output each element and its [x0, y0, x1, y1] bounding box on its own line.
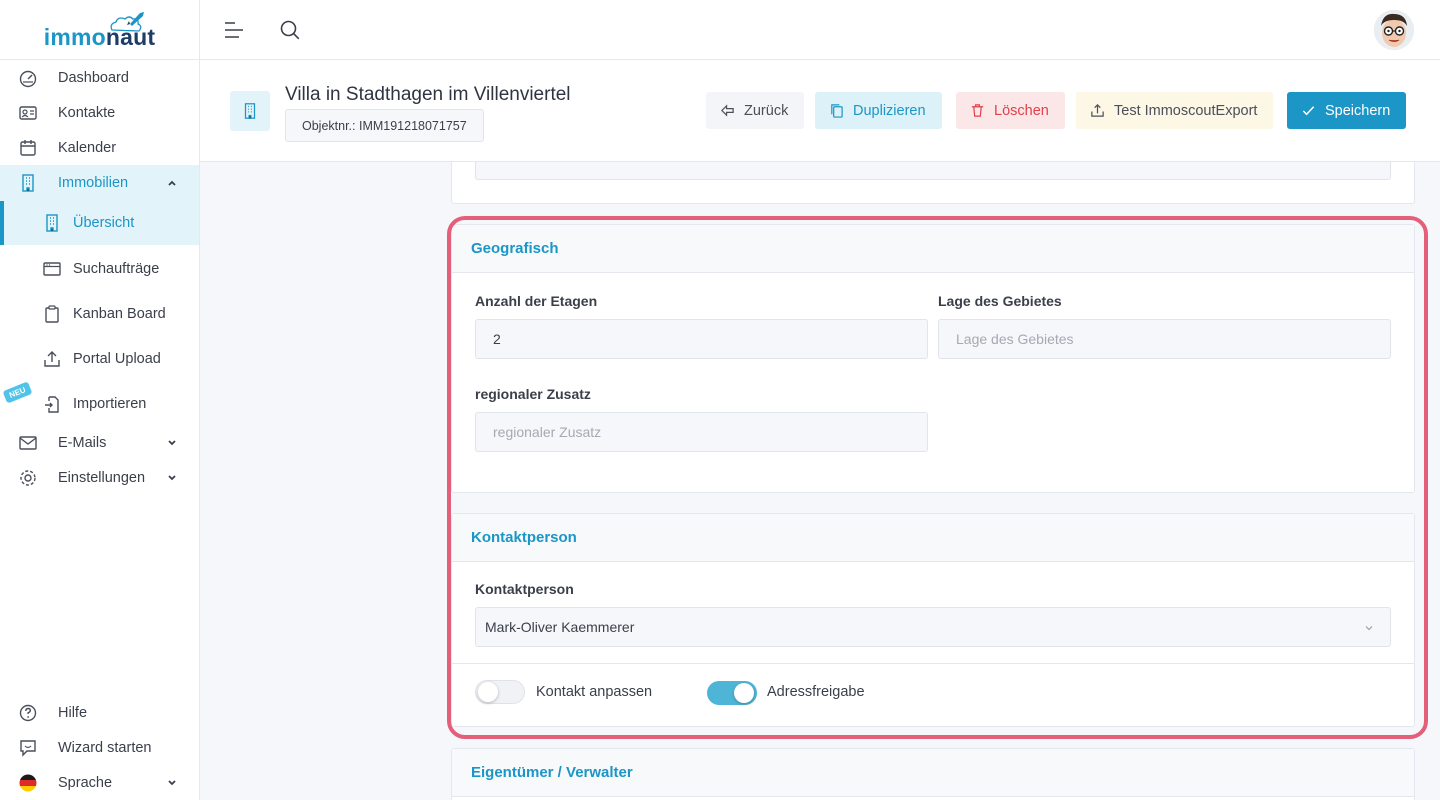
check-icon — [1302, 106, 1315, 116]
sidebar-item-kanban-board[interactable]: Kanban Board — [0, 296, 199, 331]
sidebar-item-sprache[interactable]: Sprache — [0, 765, 199, 800]
floors-input[interactable]: 2 — [475, 319, 928, 359]
sidebar-item-importieren[interactable]: NEU Importieren — [0, 381, 199, 421]
floors-label: Anzahl der Etagen — [475, 293, 598, 309]
sidebar-item-suchauftraege[interactable]: Suchaufträge — [0, 251, 199, 286]
chevron-down-icon — [168, 439, 176, 445]
dashboard-icon — [19, 70, 37, 87]
sidebar-item-label: Übersicht — [73, 215, 135, 231]
contacts-icon — [19, 105, 37, 120]
regional-input[interactable]: regionaler Zusatz — [475, 412, 928, 452]
contact-select-value: Mark-Oliver Kaemmerer — [485, 619, 635, 635]
sidebar-item-label: Kanban Board — [73, 305, 166, 322]
new-badge: NEU — [2, 381, 33, 404]
rocket-cloud-icon — [110, 12, 144, 32]
sidebar-item-uebersicht[interactable]: Übersicht — [0, 201, 199, 245]
address-release-toggle[interactable] — [707, 681, 757, 705]
sidebar-item-label: Wizard starten — [58, 739, 152, 756]
sidebar-item-label: Dashboard — [58, 69, 129, 86]
calendar-icon — [20, 139, 36, 156]
mail-icon — [19, 435, 37, 450]
owner-card-title: Eigentümer / Verwalter — [452, 749, 1414, 797]
area-input[interactable]: Lage des Gebietes — [938, 319, 1391, 359]
area-label: Lage des Gebietes — [938, 293, 1062, 309]
building-icon — [46, 214, 58, 232]
chevron-down-icon — [1365, 626, 1373, 631]
clipboard-icon — [45, 304, 59, 323]
browser-icon — [43, 261, 61, 276]
sidebar-item-wizard[interactable]: Wizard starten — [0, 730, 199, 765]
import-icon — [45, 395, 59, 413]
sidebar-item-einstellungen[interactable]: Einstellungen — [0, 460, 199, 495]
contact-card-title: Kontaktperson — [452, 514, 1414, 562]
sidebar-item-label: E-Mails — [58, 434, 107, 451]
object-number: Objektnr.: IMM191218071757 — [285, 109, 484, 142]
avatar-face-icon — [1374, 10, 1414, 50]
logo[interactable]: immonaut — [0, 0, 199, 60]
help-icon — [19, 704, 37, 721]
top-bar — [200, 0, 1440, 60]
regional-label: regionaler Zusatz — [475, 386, 591, 402]
chevron-down-icon — [168, 474, 176, 480]
building-icon — [244, 103, 256, 119]
upload-icon — [44, 350, 60, 367]
area-input-placeholder: Lage des Gebietes — [956, 331, 1074, 347]
german-flag-icon — [19, 774, 37, 791]
contact-label: Kontaktperson — [475, 581, 574, 597]
avatar[interactable] — [1374, 10, 1414, 50]
contact-adjust-toggle[interactable] — [475, 680, 525, 704]
sidebar-item-label: Immobilien — [58, 175, 129, 191]
sidebar-item-kontakte[interactable]: Kontakte — [0, 95, 199, 130]
divider — [452, 663, 1414, 664]
save-button-label: Speichern — [1325, 102, 1391, 119]
sidebar-item-portal-upload[interactable]: Portal Upload — [0, 341, 199, 376]
sidebar-item-label: Portal Upload — [73, 350, 161, 367]
duplicate-button[interactable]: Duplizieren — [815, 92, 942, 129]
save-button[interactable]: Speichern — [1287, 92, 1407, 129]
sidebar-item-label: Importieren — [73, 395, 147, 412]
sidebar-item-label: Sprache — [58, 774, 113, 791]
duplicate-button-label: Duplizieren — [853, 102, 926, 119]
gear-icon — [20, 469, 36, 486]
sidebar-item-kalender[interactable]: Kalender — [0, 130, 199, 165]
sidebar-item-dashboard[interactable]: Dashboard — [0, 60, 199, 95]
owner-card: Eigentümer / Verwalter — [451, 748, 1415, 800]
sidebar: immonaut Dashboard Kontakte Kalender Imm… — [0, 0, 200, 800]
back-button[interactable]: Zurück — [706, 92, 805, 129]
back-button-label: Zurück — [744, 102, 789, 119]
test-export-button-label: Test ImmoscoutExport — [1114, 102, 1258, 119]
copy-icon — [831, 104, 843, 118]
contact-adjust-label: Kontakt anpassen — [536, 684, 653, 700]
chat-icon — [20, 739, 36, 757]
delete-button[interactable]: Löschen — [956, 92, 1065, 129]
arrow-left-icon — [721, 104, 734, 117]
sidebar-item-hilfe[interactable]: Hilfe — [0, 695, 199, 730]
trash-icon — [971, 104, 984, 117]
object-header-front: Villa in Stadthagen im Villenviertel Obj… — [200, 60, 1440, 162]
address-release-label: Adressfreigabe — [767, 684, 865, 700]
menu-icon[interactable] — [223, 20, 245, 40]
sidebar-item-label: Suchaufträge — [73, 260, 160, 277]
sidebar-item-label: Kalender — [58, 139, 117, 156]
sidebar-item-immobilien[interactable]: Immobilien — [0, 165, 199, 201]
building-icon — [22, 174, 34, 192]
geo-card-title: Geografisch — [452, 225, 1414, 273]
sidebar-item-label: Kontakte — [58, 104, 116, 121]
sidebar-item-label: Einstellungen — [58, 469, 146, 486]
object-icon — [230, 91, 270, 131]
floors-input-value: 2 — [493, 331, 501, 347]
chevron-up-icon — [168, 180, 176, 186]
search-icon[interactable] — [279, 19, 301, 41]
regional-input-placeholder: regionaler Zusatz — [493, 424, 602, 440]
page-title: Villa in Stadthagen im Villenviertel — [285, 84, 571, 105]
delete-button-label: Löschen — [994, 102, 1049, 119]
geo-card: Geografisch Anzahl der Etagen 2 Lage des… — [451, 224, 1415, 493]
upload-icon — [1091, 104, 1104, 117]
chevron-down-icon — [168, 779, 176, 785]
test-export-button[interactable]: Test ImmoscoutExport — [1076, 92, 1274, 129]
sidebar-item-e-mails[interactable]: E-Mails — [0, 425, 199, 460]
sidebar-item-label: Hilfe — [58, 704, 88, 721]
contact-card: Kontaktperson Kontaktperson Mark-Oliver … — [451, 513, 1415, 727]
contact-select[interactable]: Mark-Oliver Kaemmerer — [475, 607, 1391, 647]
